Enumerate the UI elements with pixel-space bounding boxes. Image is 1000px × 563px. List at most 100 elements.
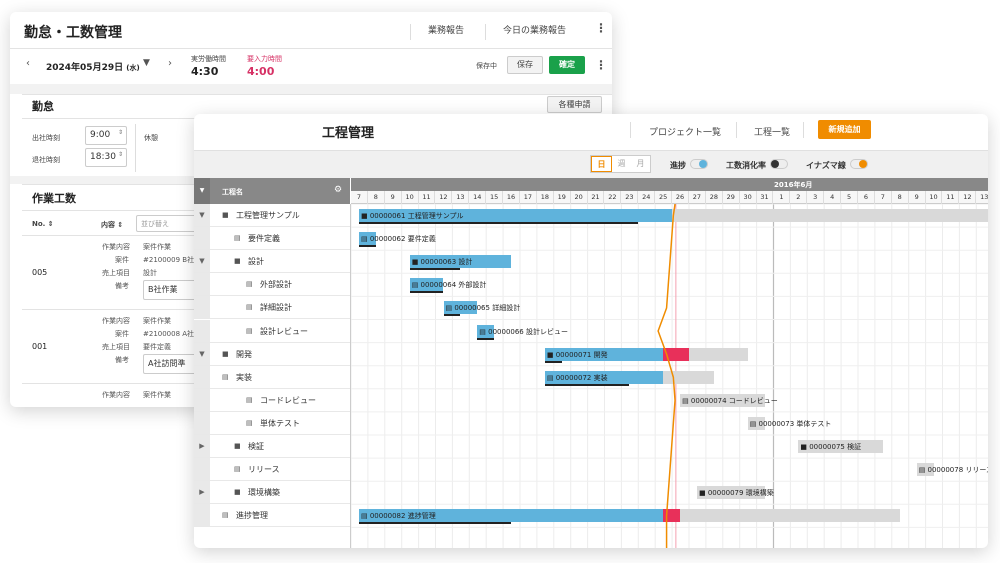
actual-hours-value: 4:30 bbox=[191, 65, 219, 78]
expand-toggle-icon[interactable]: ▼ bbox=[194, 250, 210, 273]
entry-value: #2100009 B社 bbox=[143, 256, 195, 264]
prev-date-icon[interactable]: ‹ bbox=[26, 58, 30, 69]
folder-icon: ■ bbox=[234, 488, 241, 497]
document-icon: ▤ bbox=[234, 465, 241, 474]
task-row[interactable]: ▼ ■ 工程管理サンプル bbox=[194, 204, 350, 227]
row-gutter bbox=[194, 273, 210, 296]
entry-label: 案件 bbox=[115, 330, 129, 338]
view-week-tab[interactable]: 週 bbox=[612, 156, 631, 172]
expand-toggle-icon[interactable]: ▶ bbox=[194, 481, 210, 504]
task-name: 実装 bbox=[236, 372, 252, 382]
view-day-tab[interactable]: 日 bbox=[591, 156, 612, 172]
nav-today-report[interactable]: 今日の業務報告 bbox=[503, 23, 566, 36]
clock-out-label: 退社時刻 bbox=[32, 156, 60, 164]
task-row[interactable]: ▤ 詳細設計 bbox=[194, 296, 350, 320]
day-tick: 1 bbox=[774, 191, 791, 204]
month-label: 2016年6月 bbox=[774, 181, 813, 189]
next-date-icon[interactable]: › bbox=[168, 58, 172, 69]
confirm-button[interactable]: 確定 bbox=[549, 56, 585, 74]
gear-icon[interactable]: ⚙ bbox=[334, 185, 342, 195]
entry-label: 作業内容 bbox=[102, 317, 130, 325]
task-name: 工程管理サンプル bbox=[236, 211, 300, 220]
task-row[interactable]: ▤ 外部設計 bbox=[194, 273, 350, 297]
day-tick: 19 bbox=[554, 191, 571, 204]
task-row[interactable]: ▤ 実装 bbox=[194, 365, 350, 389]
save-button[interactable]: 保存 bbox=[507, 56, 543, 74]
task-name: 開発 bbox=[236, 349, 252, 359]
toggle-switch[interactable] bbox=[770, 159, 788, 169]
task-row[interactable]: ▤ 要件定義 bbox=[194, 227, 350, 251]
collapse-all-icon[interactable]: ▼ bbox=[194, 178, 210, 204]
task-row[interactable]: ▤ 設計レビュー bbox=[194, 319, 350, 343]
task-name: 設計 bbox=[248, 257, 264, 267]
required-hours-label: 要入力時間 bbox=[247, 55, 282, 63]
nav-project-list[interactable]: プロジェクト一覧 bbox=[649, 125, 721, 138]
various-requests-button[interactable]: 各種申請 bbox=[547, 96, 602, 113]
col-no-header[interactable]: No. ⇕ bbox=[32, 220, 54, 228]
task-name: 要件定義 bbox=[248, 234, 280, 244]
expand-toggle-icon[interactable]: ▼ bbox=[194, 204, 210, 226]
task-name: 外部設計 bbox=[260, 280, 292, 290]
toggle-switch[interactable] bbox=[850, 159, 868, 169]
task-name-header: 工程名 bbox=[222, 188, 243, 196]
entry-value: 案件作業 bbox=[143, 317, 171, 325]
save-status: 保存中 bbox=[476, 62, 497, 70]
day-tick: 31 bbox=[757, 191, 774, 204]
view-month-tab[interactable]: 月 bbox=[631, 156, 650, 172]
toggle-label: 進捗 bbox=[670, 161, 686, 170]
entry-label: 案件 bbox=[115, 256, 129, 264]
day-tick: 27 bbox=[689, 191, 706, 204]
task-name: 設計レビュー bbox=[260, 326, 308, 336]
add-new-button[interactable]: 新規追加 bbox=[818, 120, 871, 139]
attendance-title: 勤怠・工数管理 bbox=[24, 25, 122, 41]
day-tick: 4 bbox=[824, 191, 842, 204]
entry-no: 005 bbox=[32, 268, 48, 277]
row-gutter bbox=[194, 365, 210, 388]
entry-value: 要件定義 bbox=[143, 343, 171, 351]
document-icon: ▤ bbox=[246, 418, 253, 427]
entry-no: 001 bbox=[32, 342, 48, 351]
task-row[interactable]: ▶ ■ 検証 bbox=[194, 435, 350, 458]
day-tick: 23 bbox=[621, 191, 639, 204]
row-gutter bbox=[194, 227, 210, 250]
task-row[interactable]: ▶ ■ 環境構築 bbox=[194, 481, 350, 505]
gantt-window: 工程管理 プロジェクト一覧 工程一覧 新規追加 日 週 月 ▼ 工程名 ⚙ 20… bbox=[194, 114, 988, 548]
document-icon: ▤ bbox=[222, 372, 229, 381]
expand-toggle-icon[interactable]: ▼ bbox=[194, 342, 210, 365]
day-tick: 11 bbox=[943, 191, 960, 204]
inazuma-line bbox=[657, 204, 676, 548]
clock-out-input[interactable]: 18:30 ⇕ bbox=[85, 148, 127, 167]
task-name: コードレビュー bbox=[260, 395, 316, 405]
nav-business-report[interactable]: 業務報告 bbox=[428, 23, 464, 36]
document-icon: ▤ bbox=[246, 326, 253, 335]
date-dropdown-icon[interactable]: ▼ bbox=[143, 58, 150, 68]
day-tick: 3 bbox=[807, 191, 825, 204]
expand-toggle-icon[interactable]: ▶ bbox=[194, 435, 210, 457]
entry-value: 案件作業 bbox=[143, 391, 171, 399]
attendance-section-title: 勤怠 bbox=[32, 100, 54, 113]
task-row[interactable]: ▼ ■ 開発 bbox=[194, 342, 350, 366]
day-tick: 13 bbox=[976, 191, 988, 204]
task-row[interactable]: ▤ コードレビュー bbox=[194, 388, 350, 412]
row-gutter bbox=[194, 296, 210, 319]
task-row[interactable]: ▤ 単体テスト bbox=[194, 411, 350, 435]
day-tick: 13 bbox=[452, 191, 470, 204]
nav-process-list[interactable]: 工程一覧 bbox=[754, 125, 790, 138]
task-row[interactable]: ▤ リリース bbox=[194, 458, 350, 482]
toggle-switch[interactable] bbox=[690, 159, 708, 169]
task-row[interactable]: ▤ 進捗管理 bbox=[194, 504, 350, 528]
more-options-icon[interactable]: ⋮ bbox=[595, 58, 607, 72]
folder-icon: ■ bbox=[222, 349, 229, 358]
day-tick: 9 bbox=[385, 191, 402, 204]
more-icon[interactable]: ⋮ bbox=[595, 21, 607, 35]
entry-label: 作業内容 bbox=[102, 391, 130, 399]
clock-in-input[interactable]: 9:00 ⇕ bbox=[85, 126, 127, 145]
day-tick: 7 bbox=[351, 191, 368, 204]
view-mode-switch: 日 週 月 bbox=[590, 155, 651, 173]
entry-value: 案件作業 bbox=[143, 243, 171, 251]
col-content-header[interactable]: 内容 ⇕ bbox=[101, 220, 123, 230]
sort-select[interactable]: 並び替え bbox=[136, 215, 198, 232]
day-tick: 8 bbox=[892, 191, 909, 204]
inazuma-overlay bbox=[657, 204, 676, 548]
task-row[interactable]: ▼ ■ 設計 bbox=[194, 250, 350, 274]
